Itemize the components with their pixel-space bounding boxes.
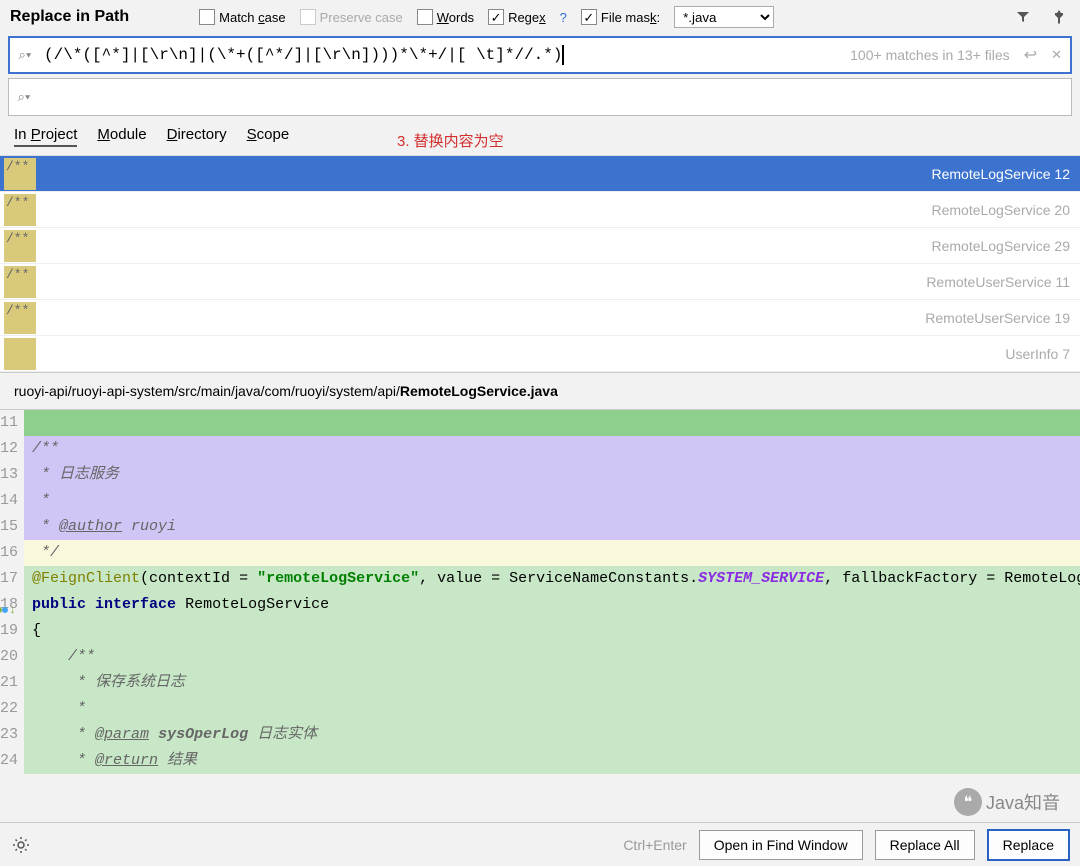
dialog-title: Replace in Path xyxy=(10,8,129,26)
clear-search-icon[interactable]: ✕ xyxy=(1051,47,1062,63)
result-file-label: UserInfo 7 xyxy=(1005,346,1070,362)
preserve-case-checkbox: Preserve case xyxy=(300,9,403,25)
result-file-label: RemoteLogService 12 xyxy=(931,166,1070,182)
wechat-icon: ❝ xyxy=(954,788,982,816)
file-icon: /** xyxy=(4,302,36,334)
scope-tab-in-project[interactable]: In Project xyxy=(14,126,77,147)
result-file-label: RemoteUserService 11 xyxy=(926,274,1070,290)
code-line: @FeignClient(contextId = "remoteLogServi… xyxy=(24,566,1080,592)
replace-input[interactable] xyxy=(39,84,1071,110)
file-icon xyxy=(4,338,36,370)
code-line: /** xyxy=(24,436,1080,462)
result-row[interactable]: /** RemoteUserService 19 xyxy=(0,300,1080,336)
code-line: * xyxy=(24,488,1080,514)
replace-all-button[interactable]: Replace All xyxy=(875,830,975,860)
replace-button[interactable]: Replace xyxy=(987,829,1070,861)
shortcut-hint: Ctrl+Enter xyxy=(623,837,686,853)
result-row[interactable]: /** RemoteLogService 12 xyxy=(0,156,1080,192)
result-row[interactable]: /** RemoteLogService 29 xyxy=(0,228,1080,264)
code-line: * @return 结果 xyxy=(24,748,1080,774)
file-icon: /** xyxy=(4,230,36,262)
scope-tab-module[interactable]: Module xyxy=(97,126,146,147)
result-file-label: RemoteLogService 29 xyxy=(931,238,1070,254)
file-mask-checkbox[interactable]: File mask: xyxy=(581,9,660,25)
scope-tab-directory[interactable]: Directory xyxy=(167,126,227,147)
code-line: */ xyxy=(24,540,1080,566)
result-row[interactable]: /** RemoteLogService 20 xyxy=(0,192,1080,228)
code-line: * @author ruoyi xyxy=(24,514,1080,540)
file-path-bar: ruoyi-api/ruoyi-api-system/src/main/java… xyxy=(0,372,1080,410)
code-line: public interface RemoteLogService xyxy=(24,592,1080,618)
matches-count: 100+ matches in 13+ files xyxy=(850,47,1010,63)
code-line: { xyxy=(24,618,1080,644)
file-icon: /** xyxy=(4,266,36,298)
filter-icon[interactable] xyxy=(1012,6,1034,28)
gear-icon[interactable] xyxy=(10,834,32,856)
result-row[interactable]: /** RemoteUserService 11 xyxy=(0,264,1080,300)
result-file-label: RemoteUserService 19 xyxy=(925,310,1070,326)
result-row[interactable]: UserInfo 7 xyxy=(0,336,1080,372)
match-case-checkbox[interactable]: Match case xyxy=(199,9,285,25)
replace-icon[interactable]: ⌕▾ xyxy=(9,89,39,105)
search-icon[interactable]: ⌕▾ xyxy=(10,47,40,63)
code-line: /** xyxy=(24,644,1080,670)
newline-icon[interactable]: ↩ xyxy=(1024,45,1037,65)
regex-help-icon[interactable]: ? xyxy=(560,10,567,25)
code-line xyxy=(24,410,1080,436)
open-in-find-window-button[interactable]: Open in Find Window xyxy=(699,830,863,860)
code-line: * 保存系统日志 xyxy=(24,670,1080,696)
pin-icon[interactable] xyxy=(1048,6,1070,28)
file-icon: /** xyxy=(4,158,36,190)
scope-tab-scope[interactable]: Scope xyxy=(247,126,290,147)
code-line: * 日志服务 xyxy=(24,462,1080,488)
file-mask-input[interactable]: *.java xyxy=(674,6,774,28)
code-line: * xyxy=(24,696,1080,722)
watermark: ❝ Java知音 xyxy=(954,788,1060,816)
words-checkbox[interactable]: Words xyxy=(417,9,474,25)
file-icon: /** xyxy=(4,194,36,226)
search-input[interactable]: (/\*([^*]|[\r\n]|(\*+([^*/]|[\r\n])))*\*… xyxy=(40,41,850,69)
result-file-label: RemoteLogService 20 xyxy=(931,202,1070,218)
regex-checkbox[interactable]: Regex xyxy=(488,9,546,25)
code-line: * @param sysOperLog 日志实体 xyxy=(24,722,1080,748)
